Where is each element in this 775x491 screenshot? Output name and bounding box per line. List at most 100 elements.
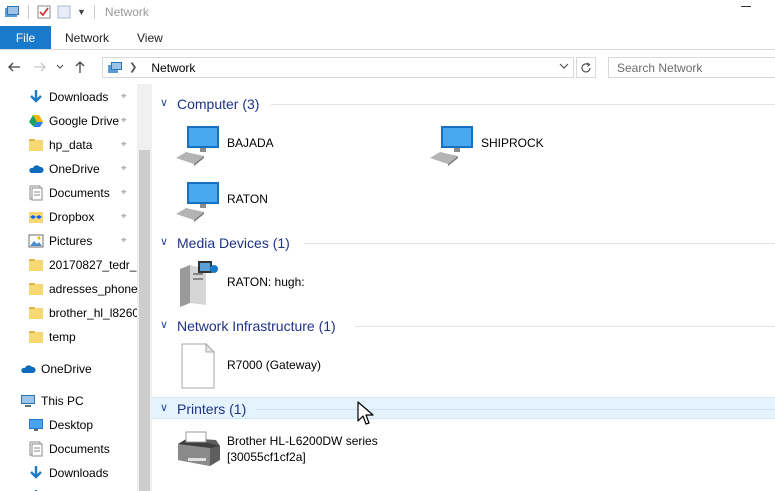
sidebar-item-temp[interactable]: temp	[0, 325, 137, 349]
sidebar-item-adresses-phone[interactable]: adresses_phone_	[0, 277, 137, 301]
documents-icon	[29, 441, 43, 457]
minimize-button[interactable]	[741, 6, 751, 7]
folder-icon	[29, 283, 43, 295]
recent-locations-button[interactable]	[51, 57, 69, 77]
folder-icon	[29, 331, 43, 343]
sidebar-item-documents[interactable]: Documents ⌖	[0, 181, 137, 205]
group-title: Computer (3)	[177, 96, 260, 112]
search-box[interactable]	[608, 57, 775, 78]
address-dropdown-icon[interactable]	[559, 61, 569, 74]
sidebar-item-dropbox[interactable]: Dropbox ⌖	[0, 205, 137, 229]
nav-label: Documents	[49, 442, 110, 456]
nav-label: Google Drive	[49, 114, 120, 128]
folder-icon	[29, 139, 43, 151]
chevron-down-icon[interactable]: ∨	[160, 96, 168, 109]
tab-network[interactable]: Network	[51, 26, 123, 49]
explorer-app-icon[interactable]	[4, 4, 20, 20]
item-name: BAJADA	[227, 136, 274, 150]
nav-partial-item[interactable]	[0, 485, 137, 491]
group-header-printers[interactable]: ∨ Printers (1)	[152, 397, 775, 419]
up-button[interactable]	[71, 57, 89, 77]
separator	[93, 5, 95, 19]
navigation-pane: Downloads ⌖ Google Drive ⌖ hp_data ⌖ OneDrive ⌖…	[0, 84, 152, 491]
item-name: Brother HL-L6200DW series	[227, 434, 378, 448]
item-name: SHIPROCK	[481, 136, 544, 150]
sidebar-item-pictures[interactable]: Pictures ⌖	[0, 229, 137, 253]
network-computer-icon	[176, 126, 219, 166]
pin-icon[interactable]: ⌖	[121, 211, 127, 222]
nav-this-pc[interactable]: This PC	[0, 389, 137, 413]
group-header-network-infrastructure[interactable]: ∨ Network Infrastructure (1)	[152, 315, 775, 337]
dropbox-icon	[29, 212, 43, 223]
navigation-row: ❯ Network	[0, 54, 775, 80]
nav-onedrive[interactable]: OneDrive	[0, 357, 137, 381]
chevron-down-icon[interactable]: ∨	[160, 318, 168, 331]
search-input[interactable]	[609, 58, 775, 77]
computer-icon	[21, 395, 35, 407]
group-title: Network Infrastructure (1)	[177, 318, 336, 334]
sidebar-item-20170827-tedr[interactable]: 20170827_tedr_n	[0, 253, 137, 277]
customize-toolbar-chevron-icon[interactable]: ▼	[77, 7, 86, 17]
group-divider	[256, 409, 775, 410]
download-arrow-icon	[30, 90, 42, 103]
folder-icon	[29, 259, 43, 271]
sidebar-item-onedrive[interactable]: OneDrive ⌖	[0, 157, 137, 181]
group-header-media-devices[interactable]: ∨ Media Devices (1)	[152, 232, 775, 254]
nav-label: OneDrive	[41, 362, 92, 376]
chevron-down-icon[interactable]: ∨	[160, 401, 168, 414]
onedrive-cloud-icon	[21, 365, 36, 373]
item-name-line2: [30055cf1cf2a]	[227, 450, 306, 464]
group-divider	[355, 326, 775, 327]
nav-documents-pc[interactable]: Documents	[0, 437, 137, 461]
printer-icon	[178, 431, 220, 466]
chevron-down-icon	[56, 64, 64, 69]
address-bar[interactable]: ❯ Network	[102, 57, 574, 78]
back-button[interactable]	[5, 57, 23, 77]
sidebar-item-downloads[interactable]: Downloads ⌖	[0, 85, 137, 109]
quick-access-toolbar: ▼	[0, 4, 97, 20]
nav-label: temp	[49, 330, 76, 344]
tab-view[interactable]: View	[123, 26, 177, 49]
navigation-scrollbar-thumb[interactable]	[139, 150, 150, 491]
google-drive-icon	[29, 115, 43, 127]
pin-icon[interactable]: ⌖	[121, 115, 127, 126]
window-title: Network	[104, 5, 149, 19]
pin-icon[interactable]: ⌖	[121, 91, 127, 102]
nav-label: brother_hl_l8260	[49, 306, 137, 320]
nav-label: 20170827_tedr_n	[49, 258, 137, 272]
tab-file[interactable]: File	[0, 26, 51, 49]
network-computer-icon	[430, 126, 473, 166]
sidebar-item-hp-data[interactable]: hp_data ⌖	[0, 133, 137, 157]
refresh-icon	[581, 61, 591, 72]
properties-checkbox-icon[interactable]	[37, 5, 51, 19]
pin-icon[interactable]: ⌖	[121, 163, 127, 174]
sidebar-item-google-drive[interactable]: Google Drive ⌖	[0, 109, 137, 133]
network-computer-icon	[176, 182, 219, 222]
item-name: RATON: hugh:	[227, 275, 305, 289]
refresh-button[interactable]	[576, 57, 596, 78]
nav-label: OneDrive	[49, 162, 100, 176]
forward-button[interactable]	[31, 57, 49, 77]
pictures-icon	[28, 234, 44, 248]
chevron-down-icon[interactable]: ∨	[160, 235, 168, 248]
nav-desktop[interactable]: Desktop	[0, 413, 137, 437]
forward-arrow-icon	[34, 62, 46, 72]
up-arrow-icon	[75, 61, 85, 73]
onedrive-cloud-icon	[29, 165, 44, 173]
sidebar-item-brother-hl-l8260[interactable]: brother_hl_l8260	[0, 301, 137, 325]
content-area: ∨ Computer (3) BAJADA SHIPROCK RATON ∨ M…	[152, 84, 775, 491]
pin-icon[interactable]: ⌖	[121, 139, 127, 150]
group-divider	[304, 243, 775, 244]
nav-label: Desktop	[49, 418, 94, 432]
nav-downloads-pc[interactable]: Downloads	[0, 461, 137, 485]
media-server-icon	[180, 261, 218, 307]
breadcrumb-separator-icon[interactable]: ❯	[129, 62, 137, 73]
breadcrumb-network[interactable]: Network	[151, 61, 195, 75]
nav-label: Downloads	[49, 466, 109, 480]
pin-icon[interactable]: ⌖	[121, 187, 127, 198]
pin-icon[interactable]: ⌖	[121, 235, 127, 246]
group-divider	[271, 104, 775, 105]
nav-label: Downloads	[49, 90, 109, 104]
new-folder-icon[interactable]	[57, 5, 71, 19]
group-header-computer[interactable]: ∨ Computer (3)	[152, 93, 775, 115]
